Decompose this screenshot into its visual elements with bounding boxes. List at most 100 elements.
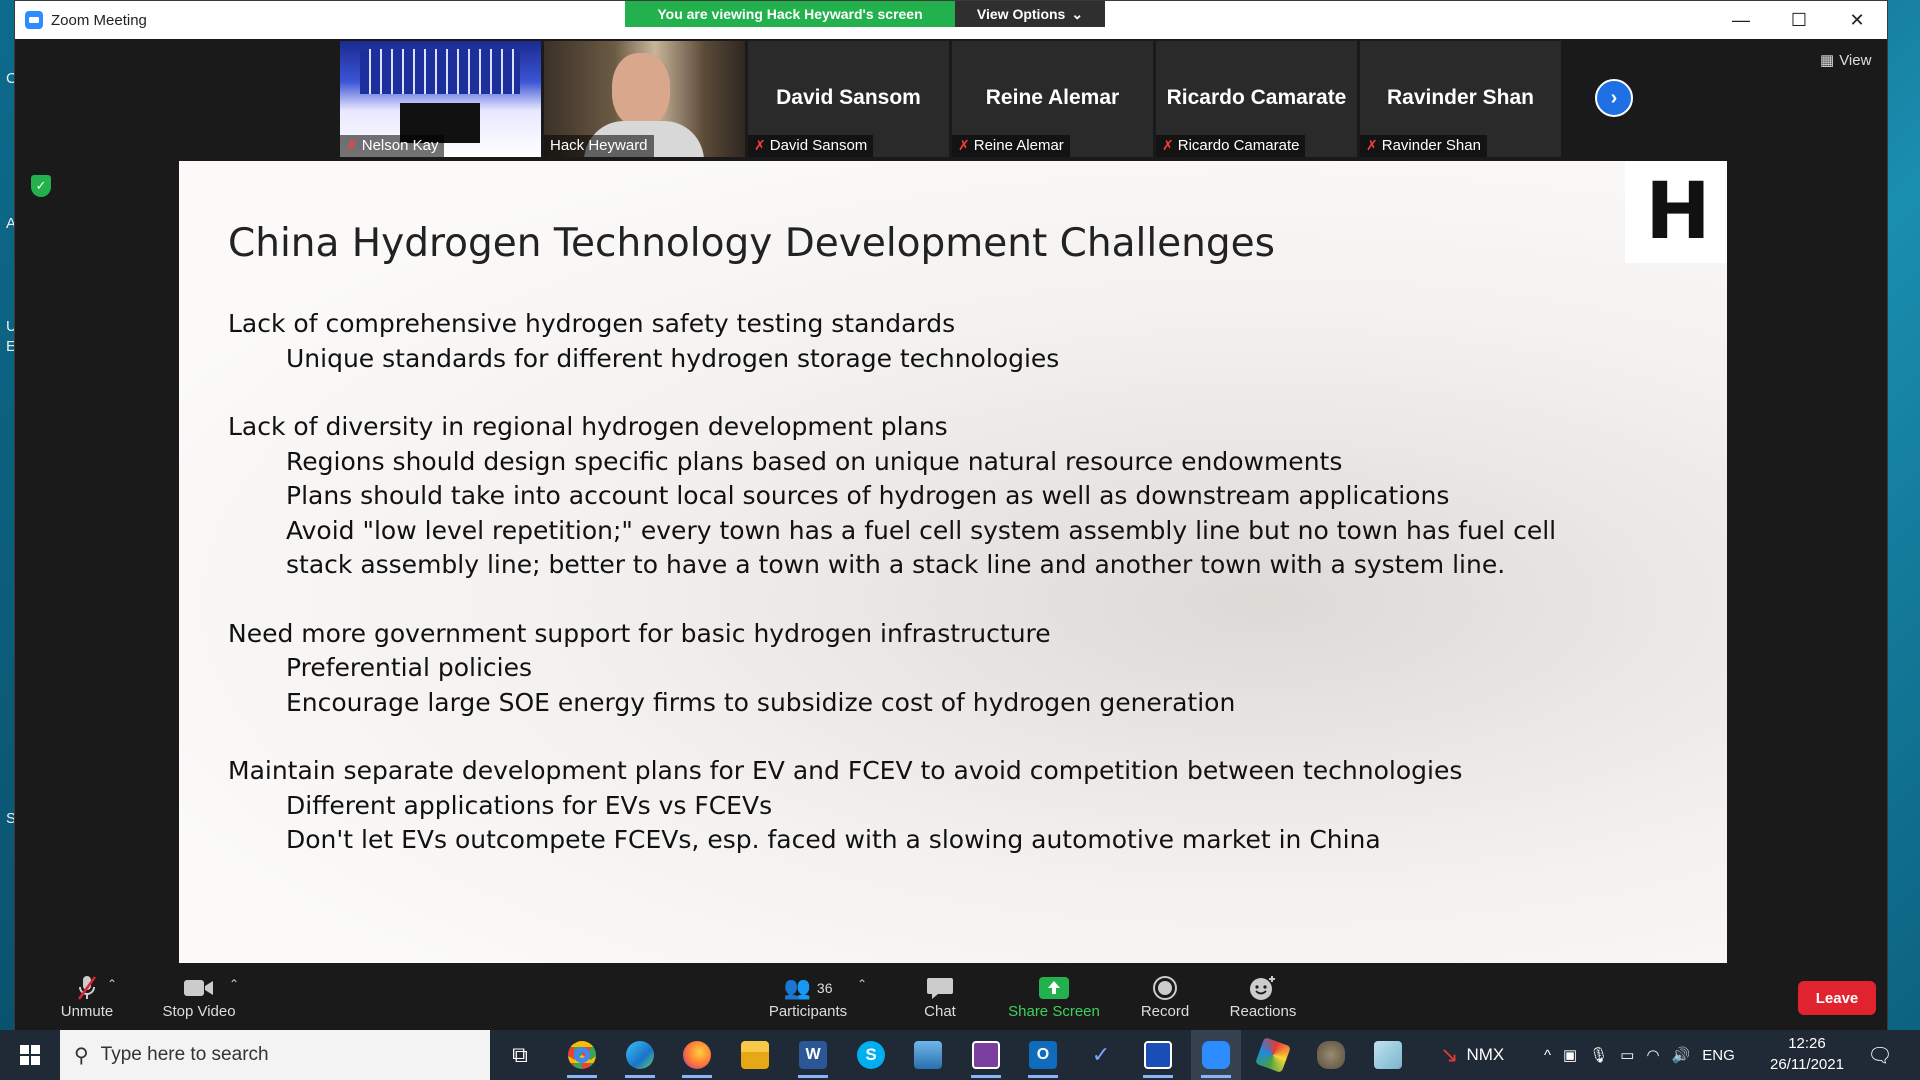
zoom-meeting-window: Zoom Meeting You are viewing Hack Heywar… xyxy=(14,0,1888,1031)
participant-name-label: Hack Heyward xyxy=(544,135,654,157)
participants-button[interactable]: 👥 36 Participants xyxy=(753,973,863,1020)
slide-subpoint: Regions should design specific plans bas… xyxy=(286,446,1343,476)
word-icon[interactable]: W xyxy=(788,1030,838,1080)
search-placeholder: Type here to search xyxy=(100,1044,269,1065)
onenote-icon[interactable] xyxy=(961,1030,1011,1080)
title-bar: Zoom Meeting You are viewing Hack Heywar… xyxy=(15,1,1887,39)
meet-now-icon[interactable]: ▣ xyxy=(1563,1046,1577,1064)
windows-logo-icon xyxy=(20,1045,40,1065)
muted-mic-icon: ✗ xyxy=(346,137,358,153)
app-swoosh-icon[interactable]: ✓ xyxy=(1076,1030,1126,1080)
minimize-icon[interactable]: — xyxy=(1712,1,1770,39)
participant-strip: ✗ Nelson Kay Hack Heyward David Sansom ✗ D… xyxy=(340,41,1561,157)
participant-name-label: ✗ Reine Alemar xyxy=(952,135,1070,157)
participant-tile-ravinder-shan[interactable]: Ravinder Shan ✗ Ravinder Shan xyxy=(1360,41,1561,157)
notification-center-icon[interactable]: 🗨 xyxy=(1855,1030,1905,1080)
unmute-button[interactable]: Unmute xyxy=(43,973,131,1020)
participant-tile-david-sansom[interactable]: David Sansom ✗ David Sansom xyxy=(748,41,949,157)
participant-display-name: Ravinder Shan xyxy=(1386,86,1535,109)
start-button[interactable] xyxy=(0,1030,60,1080)
muted-mic-icon: ✗ xyxy=(958,137,970,153)
muted-mic-icon: ✗ xyxy=(754,137,766,153)
video-options-caret-icon[interactable]: ⌃ xyxy=(229,977,239,991)
language-indicator[interactable]: ENG xyxy=(1702,1047,1735,1064)
participant-display-name: Ricardo Camarate xyxy=(1166,86,1347,109)
leave-button[interactable]: Leave xyxy=(1798,981,1876,1015)
reactions-button[interactable]: Reactions xyxy=(1221,973,1305,1020)
taskbar-search-box[interactable]: ⚲ Type here to search xyxy=(60,1030,490,1080)
task-view-icon[interactable]: ⧉ xyxy=(495,1030,545,1080)
file-explorer-icon[interactable] xyxy=(730,1030,780,1080)
slide-subpoint: Preferential policies xyxy=(286,653,532,682)
clock-date: 26/11/2021 xyxy=(1770,1056,1844,1073)
participants-count: 36 xyxy=(816,980,833,996)
encryption-shield-icon[interactable]: ✓ xyxy=(31,175,51,197)
maximize-icon[interactable]: ☐ xyxy=(1770,1,1828,39)
slide-heading: Maintain separate development plans for … xyxy=(228,756,1463,785)
participant-display-name: David Sansom xyxy=(776,86,921,109)
view-layout-button[interactable]: ▦ View xyxy=(1820,51,1871,70)
wifi-icon[interactable]: ◠ xyxy=(1646,1046,1659,1064)
muted-mic-icon: ✗ xyxy=(1162,137,1174,153)
gimp-app-icon[interactable] xyxy=(1306,1030,1356,1080)
record-button[interactable]: Record xyxy=(1125,973,1205,1020)
shared-screen-slide: H China Hydrogen Technology Development … xyxy=(179,161,1727,963)
chevron-up-icon[interactable]: ^ xyxy=(1544,1047,1551,1064)
participant-name-label: ✗ Ricardo Camarate xyxy=(1156,135,1306,157)
edge-icon[interactable] xyxy=(615,1030,665,1080)
zoom-taskbar-icon[interactable] xyxy=(1191,1030,1241,1080)
slide-subpoint: Don't let EVs outcompete FCEVs, esp. fac… xyxy=(286,825,1381,854)
participants-icon: 👥 36 xyxy=(783,975,833,1000)
participant-tile-hack-heyward[interactable]: Hack Heyward xyxy=(544,41,745,157)
search-icon: ⚲ xyxy=(74,1044,89,1067)
participant-tile-reine-alemar[interactable]: Reine Alemar ✗ Reine Alemar xyxy=(952,41,1153,157)
outlook-icon[interactable]: O xyxy=(1018,1030,1068,1080)
notepad-app-icon[interactable] xyxy=(1363,1030,1413,1080)
stock-widget[interactable]: ↘ NMX xyxy=(1440,1030,1504,1080)
share-screen-button[interactable]: Share Screen xyxy=(999,973,1109,1020)
participant-name-label: ✗ Nelson Kay xyxy=(340,135,445,157)
skype-icon[interactable]: S xyxy=(846,1030,896,1080)
chat-button[interactable]: Chat xyxy=(903,973,977,1020)
next-participants-button[interactable]: › xyxy=(1595,79,1633,117)
slide-bullet-group: Need more government support for basic h… xyxy=(228,617,1628,721)
participant-tile-nelson-kay[interactable]: ✗ Nelson Kay xyxy=(340,41,541,157)
microphone-icon[interactable]: 🎙 xyxy=(1589,1046,1608,1064)
chrome-icon[interactable] xyxy=(557,1030,607,1080)
view-options-button[interactable]: View Options ⌄ xyxy=(955,1,1105,27)
slide-subpoint: Different applications for EVs vs FCEVs xyxy=(286,790,773,820)
volume-icon[interactable]: 🔊 xyxy=(1672,1046,1691,1064)
participant-name-label: ✗ David Sansom xyxy=(748,135,874,157)
participants-options-caret-icon[interactable]: ⌃ xyxy=(857,977,867,991)
company-logo: H xyxy=(1625,161,1727,263)
taskbar-clock[interactable]: 12:26 26/11/2021 xyxy=(1770,1033,1844,1075)
chat-icon xyxy=(926,973,954,1003)
muted-mic-icon xyxy=(76,973,98,1003)
firefox-icon[interactable] xyxy=(672,1030,722,1080)
record-icon xyxy=(1152,973,1178,1003)
view-options-label: View Options xyxy=(976,6,1066,22)
paint-app-icon[interactable] xyxy=(1248,1030,1298,1080)
record-label: Record xyxy=(1140,1003,1190,1020)
participant-tile-ricardo-camarate[interactable]: Ricardo Camarate ✗ Ricardo Camarate xyxy=(1156,41,1357,157)
slide-subpoint: Avoid "low level repetition;" every town… xyxy=(286,515,1557,580)
battery-icon[interactable]: ▭ xyxy=(1620,1046,1634,1064)
calculator-app-icon[interactable] xyxy=(903,1030,953,1080)
close-icon[interactable]: ✕ xyxy=(1828,1,1886,39)
audio-options-caret-icon[interactable]: ⌃ xyxy=(107,977,117,991)
chevron-right-icon: › xyxy=(1610,86,1618,109)
window-title: Zoom Meeting xyxy=(51,11,147,29)
meeting-toolbar: Unmute ⌃ Stop Video ⌃ 👥 36 Participants ⌃… xyxy=(15,963,1887,1031)
smiley-reactions-icon xyxy=(1249,973,1277,1003)
slide-bullet-group: Maintain separate development plans for … xyxy=(228,754,1628,858)
data-app-icon[interactable] xyxy=(1133,1030,1183,1080)
grid-icon: ▦ xyxy=(1820,52,1835,69)
share-screen-label: Share Screen xyxy=(1008,1003,1100,1020)
zoom-app-icon xyxy=(25,11,43,29)
slide-subpoint: Plans should take into account local sou… xyxy=(286,481,1450,510)
slide-subpoint: Encourage large SOE energy firms to subs… xyxy=(286,687,1236,717)
slide-heading: Lack of comprehensive hydrogen safety te… xyxy=(228,309,956,338)
slide-bullet-group: Lack of diversity in regional hydrogen d… xyxy=(228,410,1628,583)
reactions-label: Reactions xyxy=(1229,1003,1297,1020)
muted-mic-icon: ✗ xyxy=(1366,137,1378,153)
